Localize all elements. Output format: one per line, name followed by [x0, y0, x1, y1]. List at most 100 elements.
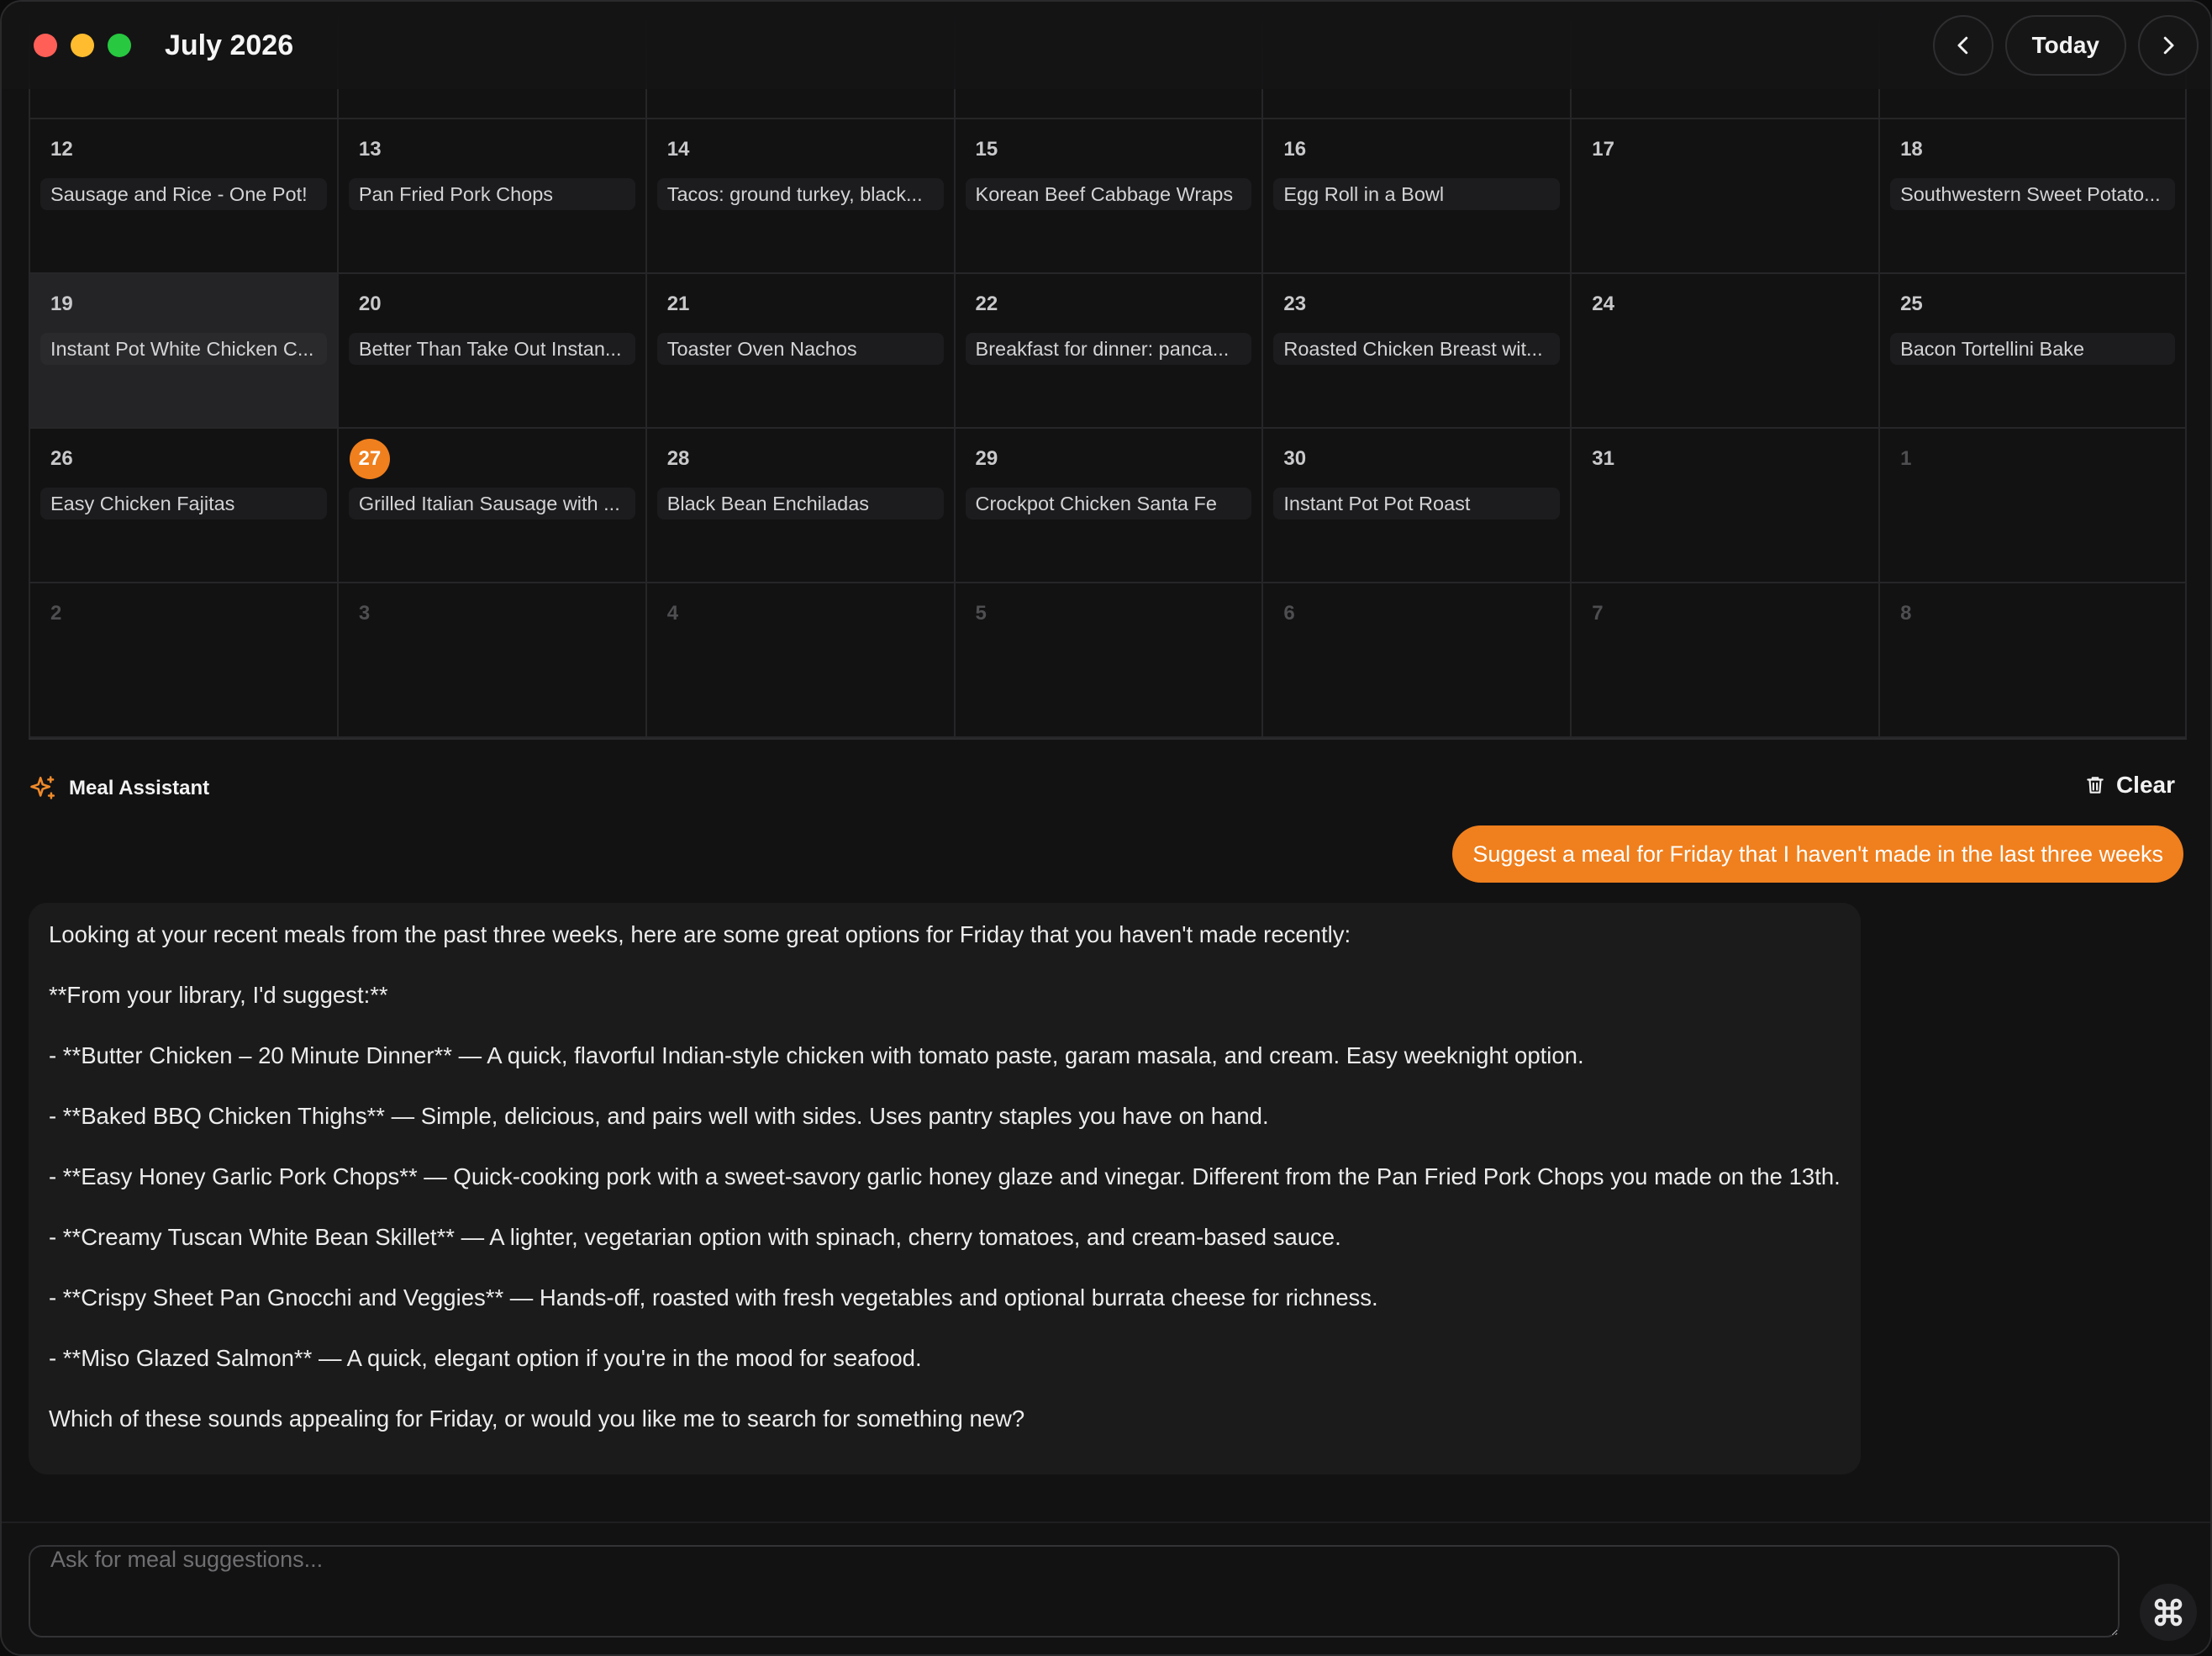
- assistant-header: Meal Assistant Clear: [29, 768, 2187, 809]
- day-number: 20: [358, 293, 382, 315]
- day-number: 21: [666, 293, 690, 315]
- meal-entry[interactable]: Tacos: ground turkey, black...: [656, 178, 944, 210]
- reply-paragraph: - **Crispy Sheet Pan Gnocchi and Veggies…: [49, 1284, 1378, 1311]
- day-number: 5: [975, 602, 987, 625]
- calendar-day-cell[interactable]: 14 Tacos: ground turkey, black...: [645, 119, 954, 274]
- calendar-day-cell[interactable]: 16 Egg Roll in a Bowl: [1261, 119, 1571, 274]
- calendar-day-cell[interactable]: 22 Breakfast for dinner: panca...: [953, 274, 1262, 429]
- meal-entry[interactable]: Black Bean Enchiladas: [656, 488, 944, 519]
- calendar-day-cell[interactable]: 12 Sausage and Rice - One Pot!: [29, 119, 337, 274]
- meal-entry[interactable]: Breakfast for dinner: panca...: [965, 333, 1252, 365]
- calendar-day-cell[interactable]: 30 Instant Pot Pot Roast: [1261, 429, 1571, 583]
- calendar-day-cell[interactable]: 8: [1878, 583, 2187, 738]
- day-number: 2: [50, 602, 62, 625]
- calendar-day-cell[interactable]: 20 Better Than Take Out Instan...: [336, 274, 645, 429]
- calendar-day-cell[interactable]: 2: [29, 583, 337, 738]
- day-number: 25: [1900, 293, 1923, 315]
- reply-paragraph: - **Miso Glazed Salmon** — A quick, eleg…: [49, 1345, 922, 1371]
- meal-entry[interactable]: Grilled Italian Sausage with ...: [348, 488, 635, 519]
- sparkle-icon: [30, 776, 55, 799]
- calendar-week-row: 2 3 4 5 6 7 8: [29, 583, 2187, 738]
- day-number: 28: [666, 447, 690, 470]
- meal-entry[interactable]: Easy Chicken Fajitas: [40, 488, 327, 519]
- day-number: 24: [1592, 293, 1614, 315]
- zoom-window-button[interactable]: [108, 34, 131, 57]
- meal-entry[interactable]: Roasted Chicken Breast wit...: [1273, 333, 1561, 365]
- reply-paragraph: - **Baked BBQ Chicken Thighs** — Simple,…: [49, 1103, 1269, 1129]
- day-number: 16: [1283, 138, 1307, 161]
- calendar-day-cell[interactable]: 19 Instant Pot White Chicken C...: [29, 274, 337, 429]
- calendar-day-cell[interactable]: 17: [1570, 119, 1879, 274]
- calendar-day-cell[interactable]: 28 Black Bean Enchiladas: [645, 429, 954, 583]
- calendar-day-cell[interactable]: 29 Crockpot Chicken Santa Fe: [953, 429, 1262, 583]
- day-number: 22: [975, 293, 998, 315]
- command-button[interactable]: [2140, 1584, 2197, 1641]
- meal-entry[interactable]: Bacon Tortellini Bake: [1890, 333, 2175, 365]
- day-number: 8: [1900, 602, 1912, 625]
- calendar-day-cell[interactable]: 25 Bacon Tortellini Bake: [1878, 274, 2187, 429]
- user-message-bubble: Suggest a meal for Friday that I haven't…: [1452, 825, 2183, 883]
- month-navigation: Today: [1932, 15, 2199, 76]
- day-number: 12: [50, 138, 73, 161]
- previous-month-button[interactable]: [1932, 15, 1993, 76]
- today-button[interactable]: Today: [2004, 15, 2126, 76]
- month-calendar-grid: 12 Sausage and Rice - One Pot! 13 Pan Fried…: [29, 2, 2187, 740]
- day-number: 1: [1900, 447, 1912, 470]
- calendar-day-cell[interactable]: 1: [1878, 429, 2187, 583]
- calendar-day-cell[interactable]: 21 Toaster Oven Nachos: [645, 274, 954, 429]
- trash-icon: [2087, 777, 2104, 794]
- reply-paragraph: - **Creamy Tuscan White Bean Skillet** —…: [49, 1224, 1341, 1250]
- day-number: 31: [1592, 447, 1614, 470]
- day-number: 7: [1592, 602, 1604, 625]
- chevron-right-icon: [2163, 36, 2174, 55]
- meal-entry[interactable]: Toaster Oven Nachos: [656, 333, 944, 365]
- calendar-day-cell[interactable]: 31: [1570, 429, 1879, 583]
- calendar-day-cell[interactable]: 27 Grilled Italian Sausage with ...: [336, 429, 645, 583]
- meal-entry[interactable]: Sausage and Rice - One Pot!: [40, 178, 327, 210]
- chevron-left-icon: [1957, 36, 1967, 55]
- composer-divider: [2, 1522, 2210, 1523]
- day-number: 14: [666, 138, 690, 161]
- day-number: 6: [1283, 602, 1295, 625]
- calendar-day-cell[interactable]: 23 Roasted Chicken Breast wit...: [1261, 274, 1571, 429]
- reply-paragraph: Which of these sounds appealing for Frid…: [49, 1405, 1025, 1432]
- day-number: 30: [1283, 447, 1307, 470]
- meal-suggestion-input[interactable]: [29, 1545, 2120, 1638]
- calendar-day-cell[interactable]: 26 Easy Chicken Fajitas: [29, 429, 337, 583]
- calendar-day-cell[interactable]: 13 Pan Fried Pork Chops: [336, 119, 645, 274]
- day-number: 3: [358, 602, 371, 625]
- calendar-day-cell[interactable]: 3: [336, 583, 645, 738]
- day-number: 29: [975, 447, 998, 470]
- calendar-day-cell[interactable]: 18 Southwestern Sweet Potato...: [1878, 119, 2187, 274]
- day-number: 4: [666, 602, 679, 625]
- close-window-button[interactable]: [34, 34, 57, 57]
- day-number: 23: [1283, 293, 1307, 315]
- day-number: 13: [358, 138, 382, 161]
- meal-entry[interactable]: Crockpot Chicken Santa Fe: [965, 488, 1252, 519]
- meal-entry[interactable]: Better Than Take Out Instan...: [348, 333, 635, 365]
- calendar-day-cell[interactable]: 7: [1570, 583, 1879, 738]
- today-date-badge: 27: [349, 439, 390, 479]
- meal-entry[interactable]: Instant Pot Pot Roast: [1273, 488, 1561, 519]
- reply-paragraph: - **Easy Honey Garlic Pork Chops** — Qui…: [49, 1163, 1841, 1189]
- calendar-day-cell[interactable]: 24: [1570, 274, 1879, 429]
- minimize-window-button[interactable]: [71, 34, 94, 57]
- meal-entry[interactable]: Pan Fried Pork Chops: [348, 178, 635, 210]
- meal-entry[interactable]: Instant Pot White Chicken C...: [40, 333, 327, 365]
- calendar-day-cell[interactable]: 6: [1261, 583, 1571, 738]
- meal-entry[interactable]: Korean Beef Cabbage Wraps: [965, 178, 1252, 210]
- calendar-week-row: 12 Sausage and Rice - One Pot! 13 Pan Fried…: [29, 119, 2187, 274]
- calendar-day-cell[interactable]: 5: [953, 583, 1262, 738]
- clear-chat-button[interactable]: Clear: [2084, 772, 2175, 799]
- day-number: 15: [975, 138, 998, 161]
- day-number: 19: [50, 293, 73, 315]
- next-month-button[interactable]: [2138, 15, 2199, 76]
- day-number: 18: [1900, 138, 1923, 161]
- meal-entry[interactable]: Southwestern Sweet Potato...: [1890, 178, 2175, 210]
- month-title: July 2026: [165, 29, 294, 61]
- calendar-day-cell[interactable]: 15 Korean Beef Cabbage Wraps: [953, 119, 1262, 274]
- meal-entry[interactable]: Egg Roll in a Bowl: [1273, 178, 1561, 210]
- window-controls: [34, 34, 131, 57]
- calendar-day-cell[interactable]: 4: [645, 583, 954, 738]
- assistant-reply-bubble: Looking at your recent meals from the pa…: [29, 903, 1861, 1474]
